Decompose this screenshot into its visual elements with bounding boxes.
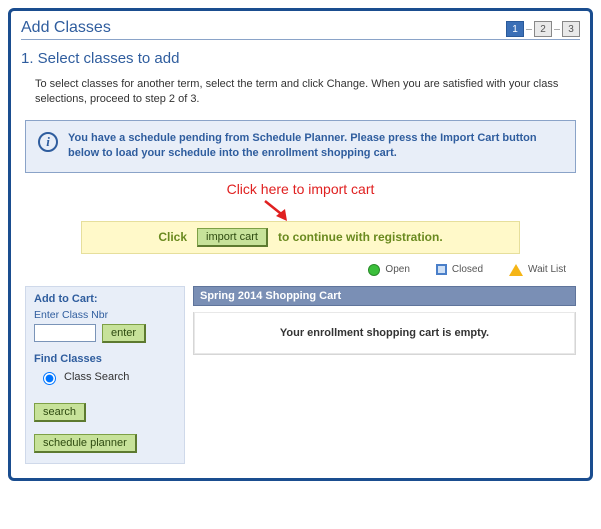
legend-open: Open <box>368 264 409 276</box>
class-nbr-row: enter <box>34 324 176 343</box>
class-search-label: Class Search <box>64 371 129 383</box>
sidebar: Add to Cart: Enter Class Nbr enter Find … <box>25 286 185 464</box>
import-continue-label: to continue with registration. <box>278 230 443 244</box>
title-underline <box>21 39 580 40</box>
class-search-radio-row[interactable]: Class Search <box>38 369 176 385</box>
class-nbr-input[interactable] <box>34 324 96 342</box>
enter-button[interactable]: enter <box>102 324 146 343</box>
find-classes-label: Find Classes <box>34 353 176 365</box>
closed-icon <box>436 264 447 275</box>
search-button[interactable]: search <box>34 403 86 422</box>
legend-closed: Closed <box>436 264 483 275</box>
cart-header: Spring 2014 Shopping Cart <box>193 286 576 306</box>
legend-closed-label: Closed <box>452 264 483 275</box>
legend-waitlist: Wait List <box>509 264 566 276</box>
cart-panel: Spring 2014 Shopping Cart Your enrollmen… <box>193 286 576 355</box>
add-to-cart-label: Add to Cart: <box>34 293 176 305</box>
cart-body: Your enrollment shopping cart is empty. <box>193 312 576 355</box>
instructions-text: To select classes for another term, sele… <box>35 77 572 108</box>
info-box: i You have a schedule pending from Sched… <box>25 120 576 173</box>
open-icon <box>368 264 380 276</box>
callout-text: Click here to import cart <box>21 181 580 197</box>
info-message: You have a schedule pending from Schedul… <box>68 131 565 162</box>
import-cart-button[interactable]: import cart <box>197 228 268 247</box>
header-row: Add Classes 1 2 3 <box>21 19 580 39</box>
import-click-label: Click <box>158 230 187 244</box>
class-search-radio[interactable] <box>43 372 56 385</box>
status-legend: Open Closed Wait List <box>21 264 566 276</box>
info-icon: i <box>38 132 58 152</box>
step-3[interactable]: 3 <box>562 21 580 37</box>
enter-class-nbr-label: Enter Class Nbr <box>34 309 176 321</box>
step-1[interactable]: 1 <box>506 21 524 37</box>
cart-empty-message: Your enrollment shopping cart is empty. <box>194 312 575 354</box>
schedule-planner-button[interactable]: schedule planner <box>34 434 137 453</box>
callout-arrow <box>21 199 580 221</box>
lower-area: Add to Cart: Enter Class Nbr enter Find … <box>25 286 576 464</box>
section-title: 1. Select classes to add <box>21 50 580 67</box>
step-sep <box>554 29 560 30</box>
page-title: Add Classes <box>21 19 111 37</box>
step-sep <box>526 29 532 30</box>
add-classes-window: Add Classes 1 2 3 1. Select classes to a… <box>8 8 593 481</box>
waitlist-icon <box>509 264 523 276</box>
step-2[interactable]: 2 <box>534 21 552 37</box>
legend-waitlist-label: Wait List <box>528 264 566 275</box>
import-bar: Click import cart to continue with regis… <box>81 221 520 254</box>
step-indicator: 1 2 3 <box>506 21 580 37</box>
legend-open-label: Open <box>385 264 409 275</box>
arrow-icon <box>259 199 299 225</box>
